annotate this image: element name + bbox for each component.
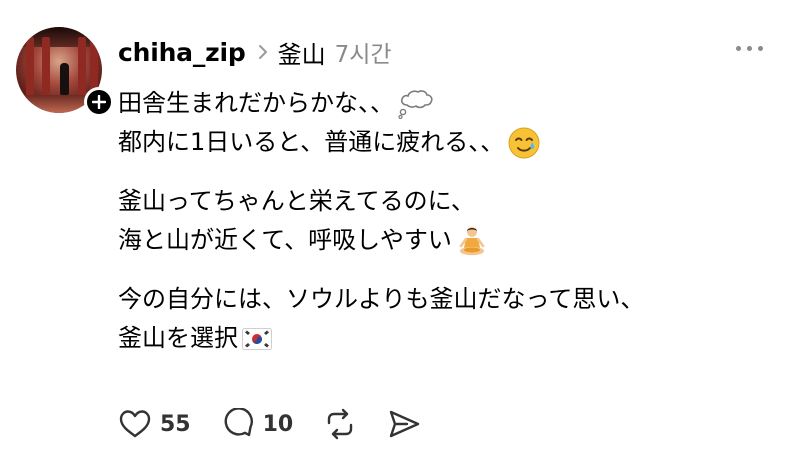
post-line: 海と山が近くて、呼吸しやすい — [118, 221, 788, 260]
post-paragraph: 今の自分には、ソウルよりも釜山だなって思い、 釜山を選択 — [118, 280, 788, 358]
comment-bubble-icon — [221, 408, 255, 440]
post-line: 釜山を選択 — [118, 319, 788, 358]
post-header-avatar[interactable] — [16, 27, 114, 117]
post-line-text: 釜山を選択 — [118, 324, 238, 352]
post-line-text: 都内に1日いると、普通に疲れる、、 — [118, 128, 505, 156]
plus-icon — [92, 95, 106, 109]
post-header: chiha_zip 釜山 7시간 — [118, 30, 392, 74]
south-korea-flag-icon — [242, 327, 272, 350]
post-line-text: 田舎生まれだからかな、、 — [118, 89, 394, 117]
post-line-text: 海と山が近くて、呼吸しやすい — [118, 226, 452, 254]
like-count: 55 — [160, 411, 191, 437]
comment-count: 10 — [262, 411, 294, 437]
post-paragraph: 田舎生まれだからかな、、 都内に1日いると、普通に疲れる、、 — [118, 84, 788, 162]
more-options-button[interactable] — [736, 46, 763, 51]
more-dot — [736, 46, 741, 51]
share-button[interactable] — [387, 408, 421, 440]
more-dot — [758, 46, 763, 51]
username[interactable]: chiha_zip — [118, 38, 246, 67]
heart-icon — [118, 408, 152, 440]
post-line: 田舎生まれだからかな、、 — [118, 84, 788, 123]
post-line-text: 釜山ってちゃんと栄えてるのに、 — [118, 187, 475, 215]
more-dot — [747, 46, 752, 51]
repost-button[interactable] — [323, 408, 357, 440]
post-line: 釜山ってちゃんと栄えてるのに、 — [118, 182, 788, 221]
post-line-text: 今の自分には、ソウルよりも釜山だなって思い、 — [118, 285, 645, 313]
comment-button[interactable]: 10 — [221, 408, 294, 440]
post-line: 都内に1日いると、普通に疲れる、、 — [118, 123, 788, 162]
thought-bubble-icon — [398, 89, 434, 119]
post-time: 7시간 — [334, 42, 392, 68]
smiling-face-with-tear-icon — [508, 127, 540, 159]
location-tag[interactable]: 釜山 — [278, 35, 326, 70]
send-icon — [387, 408, 421, 440]
post-body: 田舎生まれだからかな、、 都内に1日いると、普通に疲れる、、 釜山ってちゃんと栄… — [118, 84, 788, 378]
post-actions: 55 10 — [118, 404, 451, 444]
avatar-photo-person — [60, 63, 69, 95]
post-line: 今の自分には、ソウルよりも釜山だなって思い、 — [118, 280, 788, 319]
follow-button[interactable] — [84, 87, 114, 117]
person-in-lotus-position-icon — [456, 225, 488, 257]
like-button[interactable]: 55 — [118, 408, 191, 440]
chevron-right-icon — [258, 44, 268, 60]
post-paragraph: 釜山ってちゃんと栄えてるのに、 海と山が近くて、呼吸しやすい — [118, 182, 788, 260]
repost-icon — [323, 408, 357, 440]
